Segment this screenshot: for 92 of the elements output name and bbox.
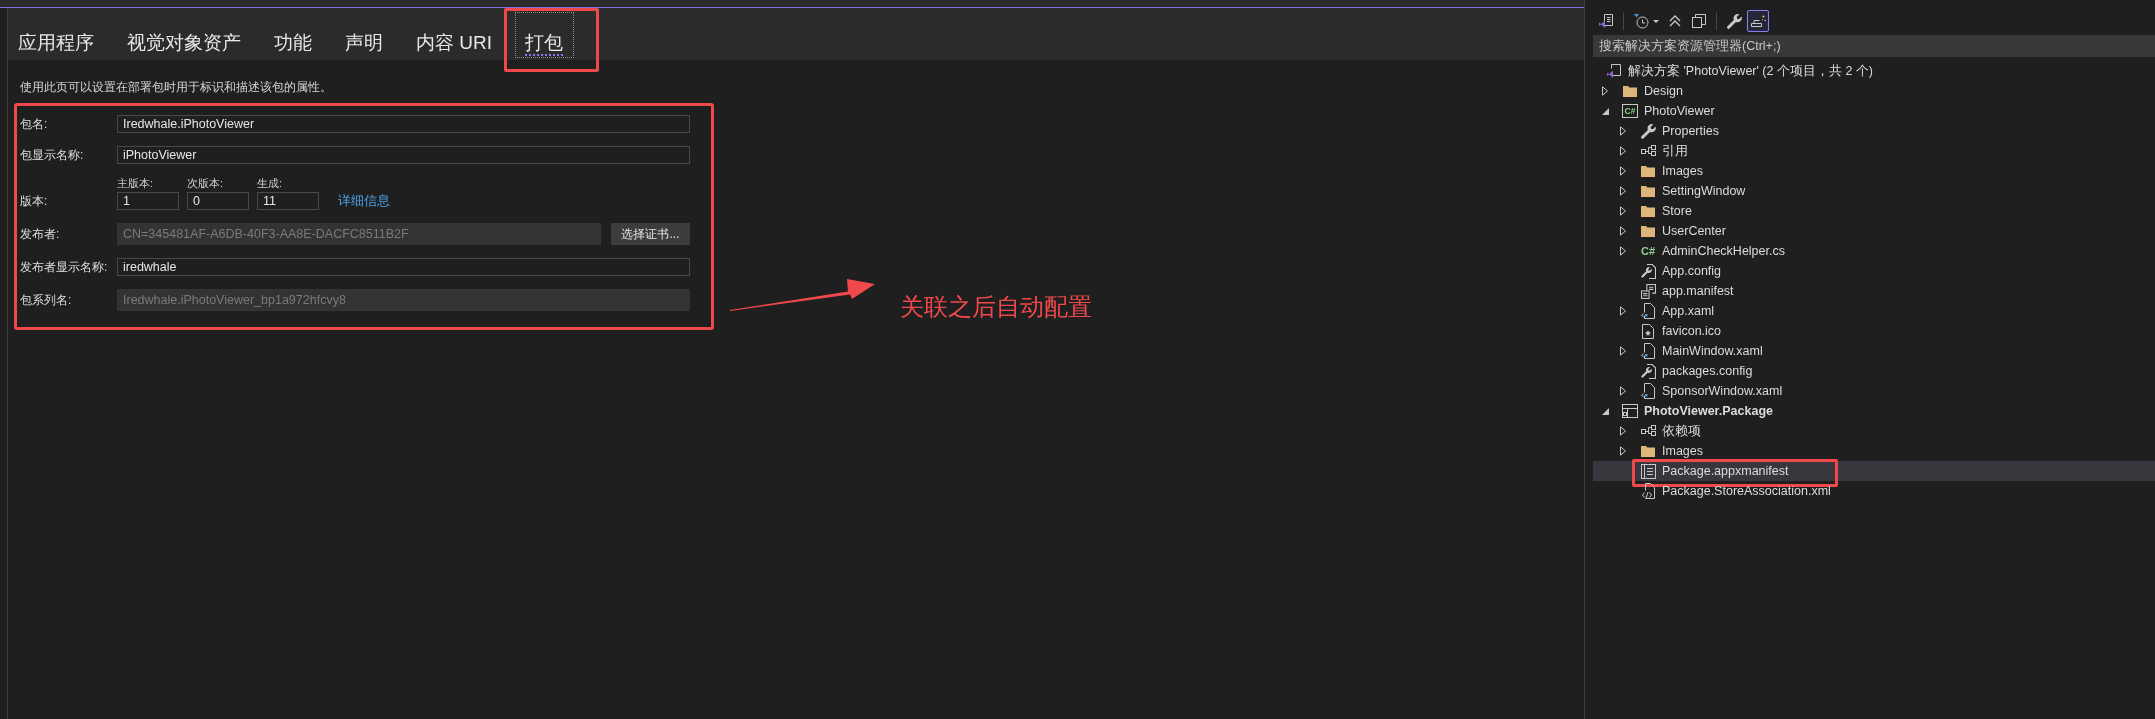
input-field[interactable]: 11 — [257, 192, 319, 210]
expander-icon[interactable] — [1620, 306, 1626, 316]
tree-item[interactable]: Package.appxmanifest — [1593, 461, 2155, 481]
field-label: 包名: — [20, 116, 49, 133]
tree-item[interactable]: C# AdminCheckHelper.cs — [1593, 241, 2155, 261]
search-field[interactable]: 搜索解决方案资源管理器(Ctrl+;) — [1593, 35, 2155, 57]
tree-item[interactable]: PhotoViewer.Package — [1593, 401, 2155, 421]
tree-item[interactable]: C# PhotoViewer — [1593, 101, 2155, 121]
tab[interactable]: 应用程序 — [8, 12, 105, 58]
folder-icon — [1641, 185, 1655, 197]
expander-icon[interactable] — [1620, 446, 1626, 456]
tree-item[interactable]: packages.config — [1593, 361, 2155, 381]
folder-icon — [1641, 205, 1655, 217]
field-label: 发布者显示名称: — [20, 259, 109, 276]
linked-boxes-icon — [1640, 425, 1656, 437]
field-label: 主版本: — [117, 177, 155, 190]
tab[interactable]: 打包 — [515, 12, 574, 58]
tree-item[interactable]: Images — [1593, 441, 2155, 461]
input-field[interactable]: 0 — [187, 192, 249, 210]
folder-icon — [1623, 85, 1637, 97]
wrench-icon — [1726, 13, 1742, 29]
tree-item[interactable]: Properties — [1593, 121, 2155, 141]
tree-item[interactable]: UserCenter — [1593, 221, 2155, 241]
tree-item[interactable]: favicon.ico — [1593, 321, 2155, 341]
expander-icon[interactable] — [1620, 206, 1626, 216]
preview-icon — [1750, 15, 1766, 27]
field-label: 生成: — [257, 177, 284, 190]
image-file-icon — [1642, 323, 1654, 339]
wrench-icon — [1640, 123, 1656, 139]
caret-icon — [1653, 19, 1659, 23]
expander-icon[interactable] — [1620, 146, 1626, 156]
tree-item[interactable]: 解决方案 'PhotoViewer' (2 个项目，共 2 个) — [1593, 61, 2155, 81]
tab[interactable]: 视觉对象资产 — [117, 12, 252, 58]
config-file-icon — [1640, 363, 1656, 379]
list-document-icon — [1640, 463, 1656, 479]
folder-icon — [1641, 225, 1655, 237]
tree-item[interactable]: Images — [1593, 161, 2155, 181]
expander-icon[interactable] — [1620, 226, 1626, 236]
solution-home-icon — [1598, 13, 1614, 29]
tree-item[interactable]: SponsorWindow.xaml — [1593, 381, 2155, 401]
tab[interactable]: 声明 — [335, 12, 394, 58]
expander-icon[interactable] — [1620, 346, 1626, 356]
tree-item[interactable]: 依赖项 — [1593, 421, 2155, 441]
csharp-file-icon: C# — [1640, 245, 1656, 257]
xaml-file-icon — [1641, 303, 1655, 319]
csharp-project-icon: C# — [1622, 104, 1638, 118]
stacked-pages-icon — [1692, 14, 1706, 28]
expander-icon[interactable] — [1620, 126, 1626, 136]
expander-icon[interactable] — [1601, 107, 1609, 115]
page-description: 使用此页可以设置在部署包时用于标识和描述该包的属性。 — [20, 80, 333, 94]
expander-icon[interactable] — [1620, 246, 1626, 256]
expander-icon[interactable] — [1620, 186, 1626, 196]
input-field[interactable]: 1 — [117, 192, 179, 210]
linked-boxes-icon — [1640, 145, 1656, 157]
tree-item[interactable]: App.config — [1593, 261, 2155, 281]
expander-icon[interactable] — [1601, 407, 1609, 415]
config-file-icon — [1640, 263, 1656, 279]
tab[interactable]: 功能 — [264, 12, 323, 58]
input-field[interactable]: iredwhale — [117, 258, 690, 276]
expander-icon[interactable] — [1620, 426, 1626, 436]
field-label: 次版本: — [187, 177, 225, 190]
package-project-icon — [1622, 403, 1638, 419]
tree-item[interactable]: app.manifest — [1593, 281, 2155, 301]
solution-icon — [1606, 63, 1622, 79]
double-chevron-up-icon — [1669, 15, 1681, 27]
field-label: 包显示名称: — [20, 147, 85, 164]
tree-item[interactable]: 引用 — [1593, 141, 2155, 161]
expander-icon[interactable] — [1620, 386, 1626, 396]
field-label: 版本: — [20, 193, 49, 210]
tree-item[interactable]: Store — [1593, 201, 2155, 221]
tree-item[interactable]: SettingWindow — [1593, 181, 2155, 201]
input-field[interactable]: iPhotoViewer — [117, 146, 690, 164]
tree-item[interactable]: MainWindow.xaml — [1593, 341, 2155, 361]
tab[interactable]: 内容 URI — [406, 12, 503, 58]
expander-icon[interactable] — [1602, 86, 1608, 96]
xml-file-icon — [1641, 483, 1655, 499]
tree-item[interactable]: Package.StoreAssociation.xml — [1593, 481, 2155, 501]
folder-icon — [1641, 445, 1655, 457]
preview-button[interactable] — [1747, 10, 1769, 32]
clock-icon — [1633, 13, 1649, 29]
field-label: 包系列名: — [20, 292, 73, 309]
expander-icon[interactable] — [1620, 166, 1626, 176]
xaml-file-icon — [1641, 343, 1655, 359]
manifest-icon — [1640, 283, 1656, 299]
tree-item[interactable]: App.xaml — [1593, 301, 2155, 321]
details-link[interactable]: 详细信息 — [338, 192, 390, 210]
field-label: 发布者: — [20, 226, 61, 243]
annotation-text: 关联之后自动配置 — [900, 293, 1092, 321]
xaml-file-icon — [1641, 383, 1655, 399]
tree-item[interactable]: Design — [1593, 81, 2155, 101]
folder-icon — [1641, 165, 1655, 177]
input-field[interactable]: Iredwhale.iPhotoViewer — [117, 115, 690, 133]
